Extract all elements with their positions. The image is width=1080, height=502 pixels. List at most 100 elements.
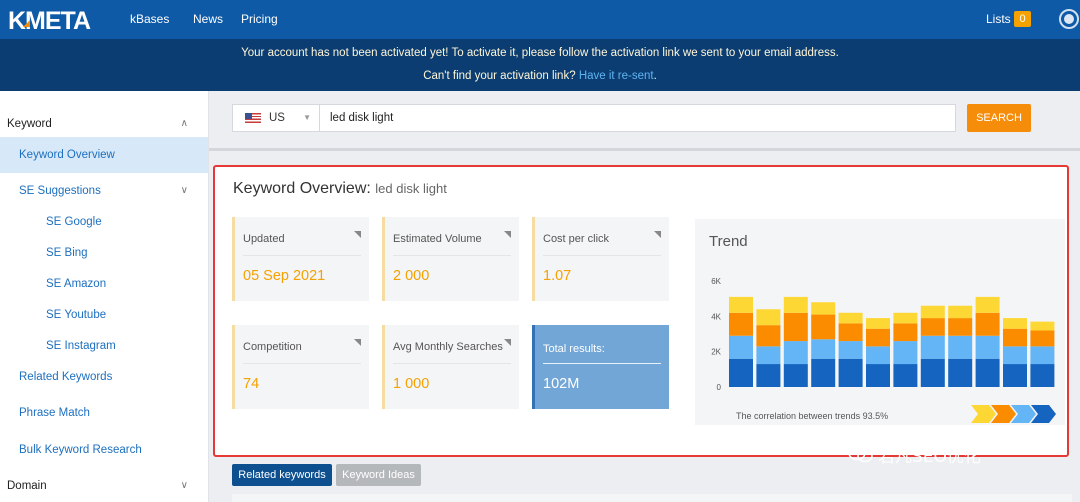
info-corner-icon[interactable]: [504, 231, 511, 238]
card-value: 102M: [543, 376, 580, 392]
info-corner-icon[interactable]: [654, 231, 661, 238]
trend-bar-segment: [866, 318, 890, 329]
trend-bar-segment: [866, 328, 890, 347]
trend-bar-segment: [811, 302, 836, 315]
sidebar-section-domain[interactable]: Domain ∨: [0, 472, 208, 500]
card-divider: [393, 363, 511, 364]
trend-bar-segment: [729, 312, 753, 336]
wechat-icon: [848, 445, 873, 463]
trend-bar-segment: [783, 364, 808, 387]
sidebar-item-label: SE Google: [46, 216, 102, 228]
trend-bar-segment: [1003, 328, 1027, 347]
trend-bar-segment: [811, 314, 836, 340]
resend-link[interactable]: Have it re-sent: [579, 70, 654, 82]
trend-correlation-caption: The correlation between trends 93.5%: [736, 411, 889, 421]
chevron-up-icon: ∧: [180, 118, 188, 129]
trend-bar-segment: [729, 296, 753, 313]
trend-bar-segment: [866, 364, 890, 387]
card-divider: [243, 363, 361, 364]
trend-bar-segment: [729, 358, 753, 387]
sidebar-item-related-keywords[interactable]: Related Keywords: [0, 363, 208, 391]
caret-down-icon: ▼: [303, 113, 311, 122]
alert-resend-prefix: Can't find your activation link?: [423, 70, 576, 82]
trend-bar-segment: [783, 296, 808, 313]
card-divider: [543, 255, 661, 256]
sidebar-item-keyword-overview[interactable]: Keyword Overview: [0, 137, 208, 173]
tab-related-keywords[interactable]: Related keywords: [232, 464, 332, 486]
search-button[interactable]: SEARCH: [967, 104, 1031, 132]
activation-alert: Your account has not been activated yet!…: [0, 39, 1080, 91]
trend-bar-segment: [783, 312, 808, 342]
sidebar-item-se-bing[interactable]: SE Bing: [0, 239, 208, 267]
trend-bar-segment: [1003, 318, 1027, 329]
sidebar-item-label: SE Youtube: [46, 309, 107, 321]
country-code: US: [269, 112, 285, 124]
card-competition: Competition 74: [232, 325, 369, 409]
sidebar-item-label: SE Instagram: [46, 340, 116, 352]
sidebar: Keyword ∧ Keyword Overview SE Suggestion…: [0, 91, 209, 502]
alert-resend-line: Can't find your activation link? Have it…: [0, 70, 1080, 82]
trend-bar-segment: [1003, 346, 1027, 365]
info-corner-icon[interactable]: [354, 231, 361, 238]
user-avatar-icon[interactable]: [1059, 9, 1079, 29]
keyword-search-input[interactable]: [320, 104, 956, 132]
country-select[interactable]: US ▼: [232, 104, 320, 132]
tab-keyword-ideas[interactable]: Keyword Ideas: [336, 464, 421, 486]
trend-bar-segment: [975, 358, 1000, 387]
logo[interactable]: KMETA: [8, 6, 104, 34]
card-value: 05 Sep 2021: [243, 268, 326, 284]
card-label: Avg Monthly Searches: [393, 341, 503, 353]
sidebar-item-se-google[interactable]: SE Google: [0, 208, 208, 236]
sidebar-item-se-youtube[interactable]: SE Youtube: [0, 301, 208, 329]
trend-bar-segment: [838, 341, 863, 359]
nav-news[interactable]: News: [193, 12, 223, 26]
trend-bar-segment: [866, 346, 890, 365]
trend-bar-segment: [975, 296, 1000, 313]
card-value: 1.07: [543, 268, 572, 284]
sidebar-section-keyword[interactable]: Keyword ∧: [0, 110, 208, 138]
nav-kbases[interactable]: kBases: [130, 12, 169, 26]
card-avg-monthly-searches: Avg Monthly Searches 1 000: [382, 325, 519, 409]
trend-bar-segment: [729, 335, 753, 359]
trend-bar-segment: [811, 358, 836, 387]
info-corner-icon[interactable]: [354, 339, 361, 346]
card-label: Updated: [243, 233, 285, 245]
us-flag-icon: [245, 113, 261, 123]
results-table-header: [232, 494, 1072, 502]
card-estimated-volume: Estimated Volume 2 000: [382, 217, 519, 301]
trend-bar-segment: [838, 358, 863, 387]
trend-bar-segment: [838, 323, 863, 342]
info-corner-icon[interactable]: [504, 339, 511, 346]
sidebar-item-se-instagram[interactable]: SE Instagram: [0, 332, 208, 360]
sidebar-item-se-amazon[interactable]: SE Amazon: [0, 270, 208, 298]
y-tick-label: 6K: [711, 277, 721, 286]
trend-bar-segment: [948, 305, 973, 319]
sidebar-item-label: Domain: [7, 480, 47, 492]
trend-bar-segment: [920, 318, 945, 336]
card-cost-per-click: Cost per click 1.07: [532, 217, 669, 301]
trend-bar-segment: [948, 335, 973, 359]
watermark-text: 若凡SEO优化: [878, 447, 981, 467]
sidebar-item-bulk-keyword-research[interactable]: Bulk Keyword Research: [0, 436, 208, 464]
trend-bar-segment: [1003, 364, 1027, 387]
card-label: Estimated Volume: [393, 233, 482, 245]
lists-link[interactable]: Lists: [986, 12, 1011, 26]
y-tick-label: 0: [717, 383, 722, 392]
trend-bar-segment: [893, 364, 918, 387]
trend-bar-segment: [756, 325, 781, 347]
trend-bar-segment: [1030, 364, 1055, 387]
trend-bar-segment: [838, 312, 863, 324]
panel-title-label: Keyword Overview:: [233, 180, 371, 197]
nav-pricing[interactable]: Pricing: [241, 12, 278, 26]
sidebar-item-phrase-match[interactable]: Phrase Match: [0, 399, 208, 427]
trend-bar-segment: [756, 364, 781, 387]
search-bar: US ▼ SEARCH: [209, 91, 1080, 151]
card-label: Cost per click: [543, 233, 610, 245]
sidebar-item-label: SE Bing: [46, 247, 88, 259]
trend-bar-segment: [893, 312, 918, 324]
card-updated: Updated 05 Sep 2021: [232, 217, 369, 301]
chevron-down-icon: ∨: [180, 185, 188, 196]
sidebar-item-se-suggestions[interactable]: SE Suggestions ∨: [0, 177, 208, 205]
sidebar-item-label: Related Keywords: [19, 371, 113, 383]
trend-bar-segment: [975, 335, 1000, 359]
